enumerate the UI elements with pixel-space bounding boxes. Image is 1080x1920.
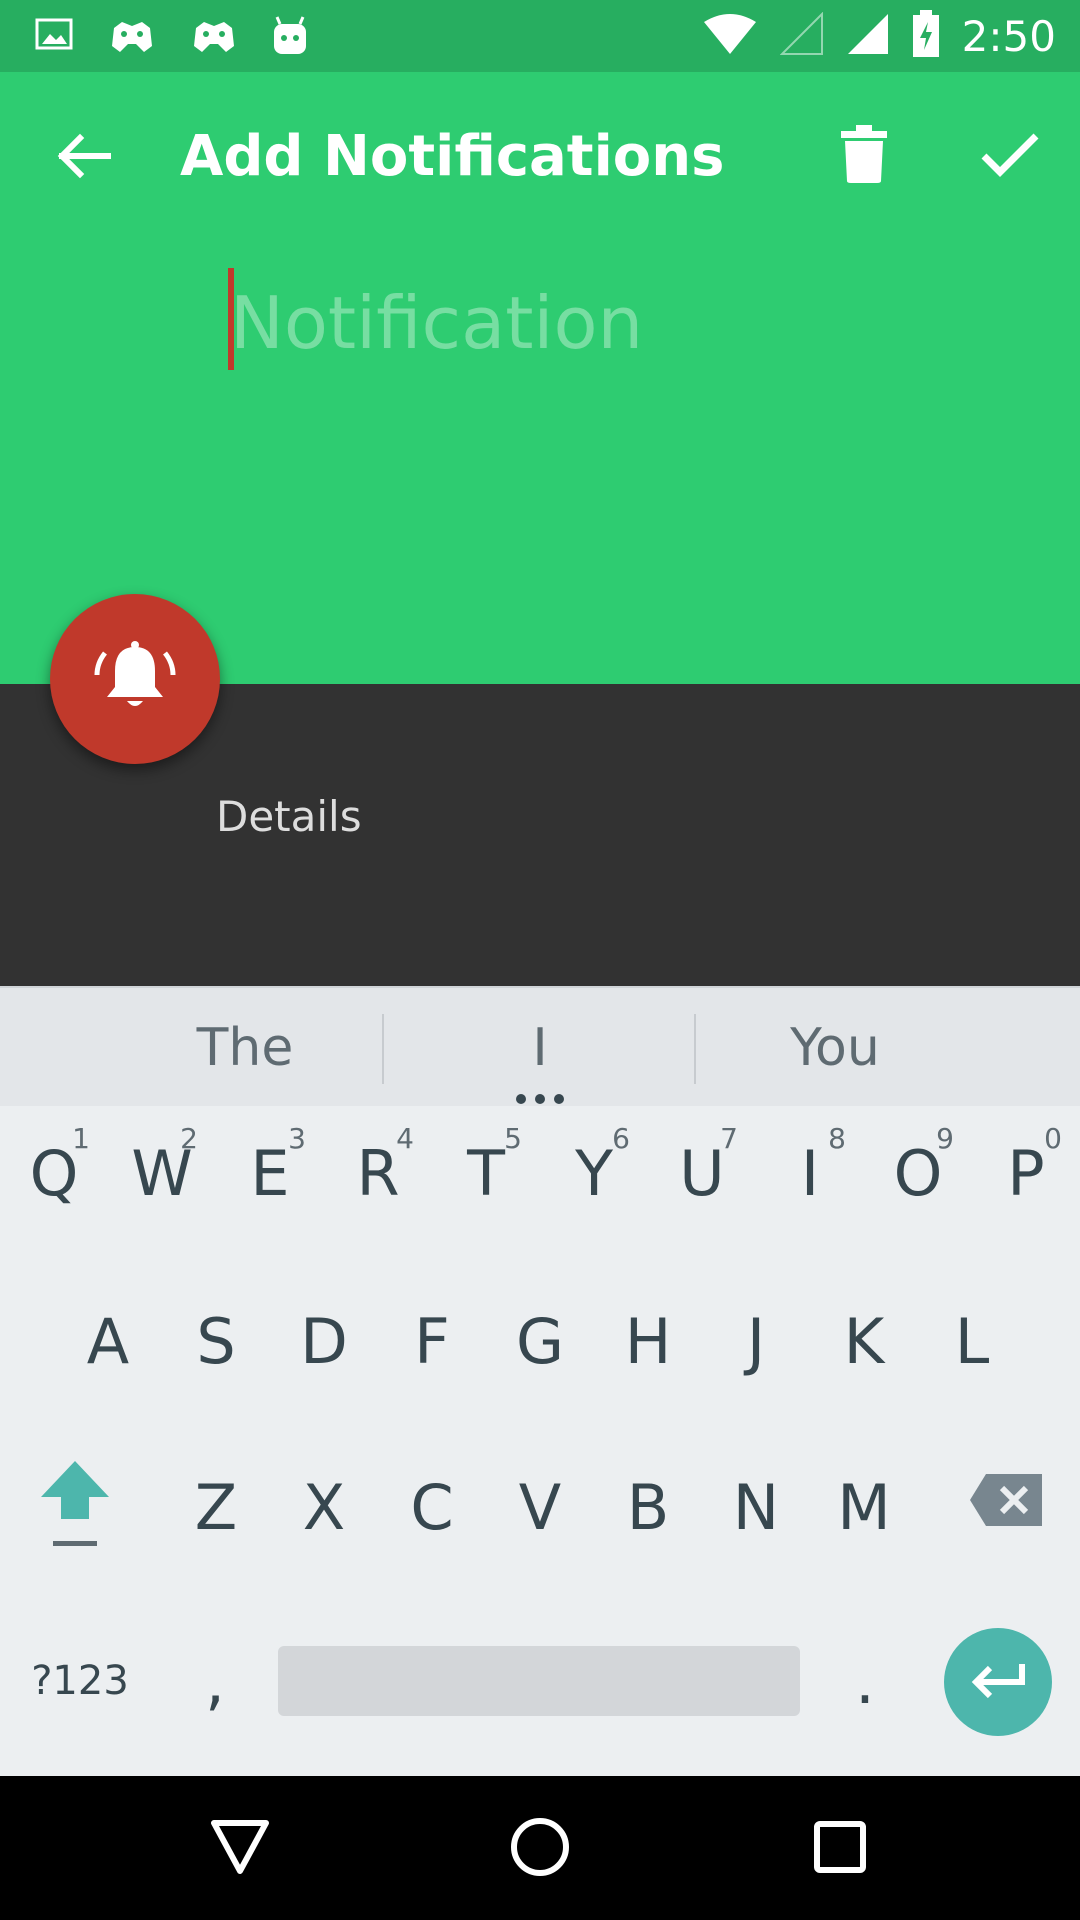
key-d[interactable]: D: [280, 1282, 368, 1400]
enter-icon: [968, 1660, 1028, 1705]
key-hint: 3: [288, 1122, 306, 1155]
signal-empty-icon: [779, 11, 824, 61]
key-x[interactable]: X: [280, 1448, 368, 1566]
enter-key[interactable]: [944, 1628, 1052, 1736]
circle-home-icon: [510, 1817, 570, 1882]
key-q[interactable]: Q1: [10, 1114, 98, 1232]
key-label: Y: [575, 1136, 613, 1210]
key-hint: 7: [720, 1122, 738, 1155]
status-time: 2:50: [961, 12, 1056, 61]
key-hint: 0: [1044, 1122, 1062, 1155]
key-l[interactable]: L: [928, 1282, 1016, 1400]
backspace-icon: [968, 1470, 1044, 1543]
suggestion-divider: [694, 1014, 696, 1084]
suggestion-strip: The I You: [0, 986, 1080, 1106]
shift-icon: [37, 1457, 113, 1566]
app-bar: Add Notifications: [0, 72, 1080, 709]
triangle-back-icon: [210, 1819, 270, 1880]
key-p[interactable]: P0: [982, 1114, 1070, 1232]
navigation-bar: [0, 1776, 1080, 1920]
android-icon: [272, 14, 308, 63]
trash-icon: [841, 124, 887, 188]
key-u[interactable]: U7: [658, 1114, 746, 1232]
shift-key[interactable]: [20, 1446, 130, 1576]
page-title: Add Notifications: [180, 124, 725, 189]
game-controller-icon: [108, 14, 156, 63]
confirm-button[interactable]: [970, 120, 1050, 192]
key-label: Q: [29, 1136, 79, 1210]
period-key[interactable]: .: [820, 1626, 910, 1736]
comma-key[interactable]: ,: [170, 1626, 260, 1736]
key-hint: 2: [180, 1122, 198, 1155]
key-f[interactable]: F: [388, 1282, 476, 1400]
key-a[interactable]: A: [64, 1282, 152, 1400]
soft-keyboard: The I You Q1 W2 E3 R4 T5 Y6 U7 I8 O9 P0 …: [0, 986, 1080, 1776]
key-h[interactable]: H: [604, 1282, 692, 1400]
key-r[interactable]: R4: [334, 1114, 422, 1232]
more-suggestions-indicator: [516, 1094, 564, 1104]
key-label: E: [250, 1136, 290, 1210]
key-hint: 4: [396, 1122, 414, 1155]
nav-back-button[interactable]: [195, 1804, 285, 1894]
suggestion-3[interactable]: You: [700, 988, 970, 1108]
image-icon: [34, 14, 74, 63]
details-label[interactable]: Details: [216, 792, 362, 841]
spacebar[interactable]: [278, 1646, 800, 1716]
nav-recents-button[interactable]: [795, 1804, 885, 1894]
key-i[interactable]: I8: [766, 1114, 854, 1232]
key-label: R: [356, 1136, 400, 1210]
key-label: P: [1007, 1136, 1045, 1210]
suggestion-2[interactable]: I: [390, 988, 690, 1108]
wifi-icon: [702, 12, 758, 61]
key-label: U: [679, 1136, 725, 1210]
suggestion-1[interactable]: The: [100, 988, 390, 1108]
notification-field[interactable]: [228, 268, 1020, 709]
key-z[interactable]: Z: [172, 1448, 260, 1566]
key-label: I: [800, 1136, 820, 1210]
key-o[interactable]: O9: [874, 1114, 962, 1232]
delete-button[interactable]: [828, 120, 900, 192]
key-s[interactable]: S: [172, 1282, 260, 1400]
check-icon: [980, 130, 1040, 183]
key-e[interactable]: E3: [226, 1114, 314, 1232]
key-hint: 1: [72, 1122, 90, 1155]
key-c[interactable]: C: [388, 1448, 476, 1566]
symbols-key[interactable]: ?123: [20, 1626, 140, 1736]
notification-input[interactable]: [230, 268, 1010, 378]
signal-full-icon: [846, 12, 890, 61]
suggestion-divider: [382, 1014, 384, 1084]
key-label: T: [467, 1136, 505, 1210]
key-b[interactable]: B: [604, 1448, 692, 1566]
alarm-bell-icon: [85, 637, 185, 722]
key-hint: 9: [936, 1122, 954, 1155]
key-m[interactable]: M: [820, 1448, 908, 1566]
arrow-back-icon: [56, 132, 112, 185]
backspace-key[interactable]: [956, 1456, 1056, 1556]
key-t[interactable]: T5: [442, 1114, 530, 1232]
key-hint: 8: [828, 1122, 846, 1155]
key-hint: 5: [504, 1122, 522, 1155]
key-v[interactable]: V: [496, 1448, 584, 1566]
key-w[interactable]: W2: [118, 1114, 206, 1232]
key-y[interactable]: Y6: [550, 1114, 638, 1232]
key-label: O: [893, 1136, 943, 1210]
key-g[interactable]: G: [496, 1282, 584, 1400]
key-k[interactable]: K: [820, 1282, 908, 1400]
nav-home-button[interactable]: [495, 1804, 585, 1894]
square-recents-icon: [813, 1820, 867, 1879]
alarm-fab-button[interactable]: [50, 594, 220, 764]
key-j[interactable]: J: [712, 1282, 800, 1400]
battery-charging-icon: [912, 10, 940, 63]
game-controller-icon: [190, 14, 238, 63]
key-n[interactable]: N: [712, 1448, 800, 1566]
key-hint: 6: [612, 1122, 630, 1155]
back-button[interactable]: [48, 122, 120, 194]
status-bar: 2:50: [0, 0, 1080, 72]
